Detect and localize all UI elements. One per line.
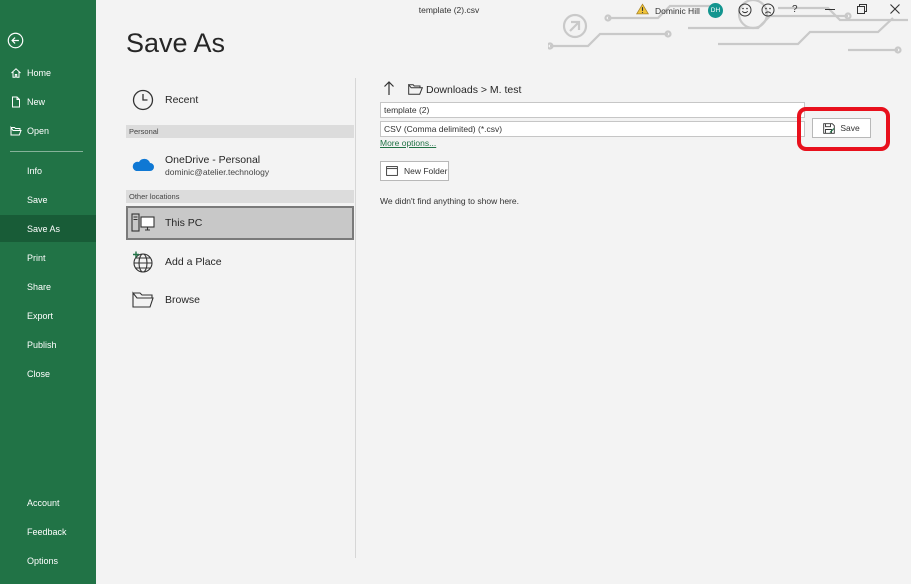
nav-label: Feedback [27,526,67,537]
nav-label: Options [27,555,59,566]
section-header-personal: Personal [126,125,354,138]
nav-divider [10,151,83,152]
nav-label: Publish [27,339,57,350]
title-bar: template (2).csv [96,0,911,22]
nav-save-as[interactable]: Save As [0,215,96,242]
onedrive-name: OneDrive - Personal [165,153,261,166]
back-arrow-icon[interactable] [7,32,24,49]
pane-divider [355,78,356,558]
smile-icon[interactable] [738,3,752,17]
close-window-icon[interactable] [889,3,901,15]
backstage-nav: Home New Open Info Save Save As Print Sh… [0,0,96,584]
location-label: Recent [165,94,199,106]
filetype-select[interactable]: CSV (Comma delimited) (*.csv) [380,121,805,137]
browse-folder-icon [132,291,154,308]
nav-label: Close [27,368,51,379]
nav-info[interactable]: Info [0,157,96,184]
nav-account[interactable]: Account [0,489,96,516]
location-recent[interactable]: Recent [126,86,354,114]
open-folder-icon [10,125,22,135]
clock-icon [132,89,154,111]
user-name[interactable]: Dominic Hill [655,6,700,16]
page-title: Save As [126,28,226,58]
filename-input[interactable] [380,102,805,118]
nav-label: Home [27,67,52,78]
location-label: Add a Place [165,256,222,268]
nav-feedback[interactable]: Feedback [0,518,96,545]
nav-label: Save [27,194,48,205]
location-label: Browse [165,294,201,306]
computer-icon [131,213,155,232]
nav-print[interactable]: Print [0,244,96,271]
location-this-pc[interactable]: This PC [126,206,354,240]
help-button[interactable]: ? [792,4,798,15]
avatar[interactable]: DH [708,3,723,18]
section-header-other-locations: Other locations [126,190,354,203]
location-label: This PC [165,217,203,229]
home-icon [11,67,21,78]
nav-label: Share [27,281,52,292]
nav-label: New [27,96,46,107]
frown-icon[interactable] [761,3,775,17]
nav-label: Save As [27,223,61,234]
up-arrow-icon[interactable] [383,80,395,96]
nav-home[interactable]: Home [0,59,96,86]
folder-icon [408,84,423,95]
warning-icon[interactable] [636,3,649,15]
onedrive-cloud-icon [132,158,154,171]
nav-label: Info [27,165,43,176]
nav-label: Account [27,497,60,508]
nav-publish[interactable]: Publish [0,331,96,358]
nav-new[interactable]: New [0,88,96,115]
more-options-link[interactable]: More options... [380,138,436,148]
nav-label: Export [27,310,54,321]
new-folder-label: New Folder [404,166,448,176]
new-folder-button[interactable]: New Folder [380,161,449,181]
new-document-icon [12,96,20,107]
breadcrumb[interactable]: Downloads > M. test [426,84,521,96]
nav-open[interactable]: Open [0,117,96,144]
nav-export[interactable]: Export [0,302,96,329]
nav-label: Print [27,252,46,263]
nav-label: Open [27,125,50,136]
nav-save[interactable]: Save [0,186,96,213]
location-onedrive[interactable]: OneDrive - Personal dominic@atelier.tech… [126,148,354,182]
nav-close[interactable]: Close [0,360,96,387]
empty-folder-message: We didn't find anything to show here. [380,196,519,206]
minimize-icon[interactable] [824,3,836,15]
new-folder-icon [386,166,398,176]
onedrive-email: dominic@atelier.technology [165,166,270,177]
globe-add-icon [133,251,153,273]
highlight-box [797,107,890,151]
nav-share[interactable]: Share [0,273,96,300]
location-browse[interactable]: Browse [126,286,354,314]
nav-options[interactable]: Options [0,547,96,574]
location-add-place[interactable]: Add a Place [126,248,354,276]
restore-icon[interactable] [856,3,868,15]
